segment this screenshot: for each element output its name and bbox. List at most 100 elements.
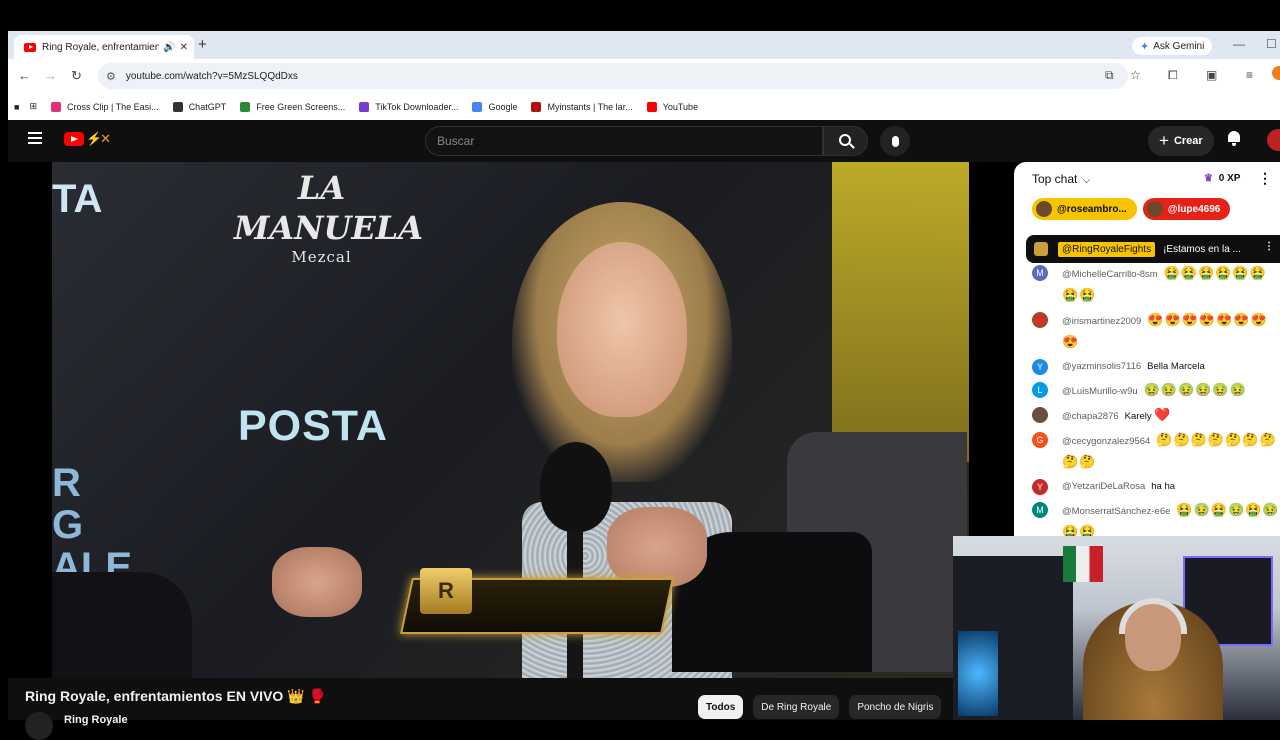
chat-message[interactable]: Y @YetzariDeLaRosa ha ha bbox=[1032, 477, 1280, 497]
search-icon bbox=[838, 134, 851, 146]
media-controls-icon[interactable]: ≡ bbox=[1246, 68, 1253, 82]
notifications-bell-icon[interactable] bbox=[1227, 131, 1241, 146]
chat-author[interactable]: @yazminsolis7116 bbox=[1062, 361, 1141, 372]
gemini-spark-icon: ✦ bbox=[1140, 40, 1150, 53]
bookmark-item[interactable]: TikTok Downloader... bbox=[359, 101, 458, 112]
chat-avatar[interactable]: G bbox=[1032, 432, 1048, 448]
filter-chip[interactable]: Todos bbox=[698, 695, 744, 719]
pinned-menu-icon[interactable]: ⋮ bbox=[1264, 241, 1274, 252]
chat-avatar[interactable]: M bbox=[1032, 265, 1048, 281]
bookmark-item[interactable]: Google bbox=[472, 101, 517, 112]
back-icon[interactable]: ← bbox=[18, 68, 31, 83]
bookmark-favicon-icon bbox=[240, 101, 251, 112]
webcam-blue-light bbox=[958, 631, 998, 716]
install-app-icon[interactable]: ⧉ bbox=[1105, 68, 1114, 83]
chat-message[interactable]: @irismartinez2009 😍😍😍😍😍😍😍😍 bbox=[1032, 310, 1280, 354]
ask-gemini-button[interactable]: ✦ Ask Gemini bbox=[1132, 37, 1213, 55]
create-button[interactable]: + Crear bbox=[1148, 126, 1214, 156]
apps-grid-icon[interactable]: ⊞ bbox=[29, 101, 37, 112]
backdrop-logo-left: TA bbox=[52, 177, 103, 221]
address-bar[interactable]: ⚙ youtube.com/watch?v=5MzSLQQdDxs bbox=[98, 63, 1128, 89]
youtube-logo-icon[interactable] bbox=[64, 132, 84, 146]
youtube-doodle-icon[interactable]: ⚡✕ bbox=[86, 131, 111, 147]
pinned-message[interactable]: @RingRoyaleFights ¡Estamos en la ... ⋮ bbox=[1026, 235, 1280, 263]
account-avatar[interactable] bbox=[1267, 129, 1280, 151]
filter-chip[interactable]: De Ring Royale bbox=[753, 695, 840, 719]
xp-label: 0 XP bbox=[1218, 173, 1241, 184]
bookmark-item[interactable]: Myinstants | The lar... bbox=[531, 101, 633, 112]
brand-name: LA MANUELA bbox=[234, 169, 424, 247]
super-chat-ticker[interactable]: @roseambro... bbox=[1032, 198, 1137, 220]
video-info: Ring Royale, enfrentamientos EN VIVO 👑 🥊… bbox=[8, 678, 953, 740]
chat-author[interactable]: @chapa2876 bbox=[1062, 411, 1119, 422]
super-chat-tickers: @roseambro... @lupe4696 bbox=[1032, 198, 1231, 220]
chat-message[interactable]: L @LuisMurillo-w9u 🤢🤢🤢🤢🤢🤢 bbox=[1032, 380, 1280, 402]
chat-author[interactable]: @LuisMurillo-w9u bbox=[1062, 386, 1138, 397]
forward-icon[interactable]: → bbox=[44, 68, 57, 83]
chat-avatar[interactable]: L bbox=[1032, 382, 1048, 398]
ticker-label: @lupe4696 bbox=[1167, 203, 1221, 215]
bookmark-folder-icon[interactable]: ■ bbox=[14, 102, 19, 112]
bookmark-label: YouTube bbox=[662, 101, 699, 112]
bookmark-item[interactable]: Free Green Screens... bbox=[240, 101, 346, 112]
speaker-icon[interactable]: 🔊 bbox=[163, 42, 175, 53]
streamer-webcam-overlay bbox=[953, 536, 1280, 720]
backdrop-ring-royale-logo: R G ALE bbox=[52, 461, 132, 589]
chat-message[interactable]: M @MichelleCarrillo-8sm 🤮🤮🤮🤮🤮🤮🤮🤮 bbox=[1032, 263, 1280, 307]
chat-author[interactable]: @irismartinez2009 bbox=[1062, 316, 1141, 327]
video-player[interactable]: TA LA MANUELA Mezcal POSTA R G ALE R bbox=[52, 162, 969, 678]
bookmark-item[interactable]: Cross Clip | The Easi... bbox=[50, 101, 159, 112]
chat-author[interactable]: @MonserratSánchez-e6e bbox=[1062, 506, 1170, 517]
extensions-icon[interactable]: ⧠ bbox=[1168, 68, 1178, 83]
voice-search-button[interactable] bbox=[880, 126, 910, 156]
bookmark-item[interactable]: ChatGPT bbox=[172, 101, 226, 112]
pinned-avatar bbox=[1034, 242, 1048, 256]
chat-author[interactable]: @cecygonzalez9564 bbox=[1062, 436, 1150, 447]
plus-icon: + bbox=[1159, 131, 1169, 150]
browser-tab[interactable]: Ring Royale, enfrentamient 🔊 ✕ bbox=[14, 35, 194, 59]
split-view-icon[interactable]: ▣ bbox=[1206, 68, 1217, 82]
backdrop-yellow-panel bbox=[832, 162, 969, 462]
chat-message[interactable]: @chapa2876 Karely ❤️ bbox=[1032, 405, 1280, 427]
top-chat-dropdown[interactable]: Top chat ⌵ bbox=[1032, 172, 1090, 186]
chat-author[interactable]: @YetzariDeLaRosa bbox=[1062, 481, 1145, 492]
chat-message[interactable]: G @cecygonzalez9564 🤔🤔🤔🤔🤔🤔🤔🤔🤔 bbox=[1032, 430, 1280, 474]
tab-title: Ring Royale, enfrentamient bbox=[42, 41, 160, 53]
new-tab-button[interactable]: + bbox=[198, 36, 207, 53]
bookmark-label: Free Green Screens... bbox=[256, 101, 346, 112]
channel-avatar[interactable] bbox=[25, 712, 53, 740]
bookmark-item[interactable]: YouTube bbox=[646, 101, 699, 112]
chat-menu-icon[interactable]: ⋮ bbox=[1258, 170, 1272, 187]
chat-author[interactable]: @MichelleCarrillo-8sm bbox=[1062, 269, 1158, 280]
filter-chips: Todos De Ring Royale Poncho de Nigris bbox=[698, 695, 942, 719]
chat-avatar[interactable]: Y bbox=[1032, 479, 1048, 495]
site-info-icon[interactable]: ⚙ bbox=[106, 70, 116, 83]
bookmark-star-icon[interactable]: ☆ bbox=[1130, 68, 1141, 82]
backdrop-brand-logo: LA MANUELA Mezcal bbox=[234, 168, 423, 266]
minimize-icon[interactable]: — bbox=[1233, 37, 1245, 51]
profile-avatar[interactable] bbox=[1272, 66, 1280, 80]
reload-icon[interactable]: ↻ bbox=[71, 68, 82, 84]
chat-text: ha ha bbox=[1151, 481, 1176, 492]
address-row: ← → ↻ ⚙ youtube.com/watch?v=5MzSLQQdDxs … bbox=[8, 59, 1280, 93]
filter-chip[interactable]: Poncho de Nigris bbox=[849, 695, 942, 719]
channel-name[interactable]: Ring Royale bbox=[64, 714, 128, 726]
chat-message[interactable]: Y @yazminsolis7116 Bella Marcela bbox=[1032, 357, 1280, 377]
menu-icon[interactable] bbox=[28, 132, 42, 134]
top-chat-label: Top chat bbox=[1032, 172, 1078, 186]
chat-message[interactable]: M @MonserratSánchez-e6e 🤮🤢🤮🤢🤮🤢🤮🤮 bbox=[1032, 500, 1280, 536]
chat-avatar[interactable]: Y bbox=[1032, 359, 1048, 375]
chat-avatar[interactable] bbox=[1032, 407, 1048, 423]
chat-avatar[interactable]: M bbox=[1032, 502, 1048, 518]
search-input[interactable]: Buscar bbox=[425, 126, 823, 156]
close-tab-icon[interactable]: ✕ bbox=[180, 42, 188, 53]
create-label: Crear bbox=[1173, 135, 1203, 147]
chat-avatar[interactable] bbox=[1032, 312, 1048, 328]
browser-chrome: Ring Royale, enfrentamient 🔊 ✕ + ✦ Ask G… bbox=[8, 31, 1280, 120]
super-chat-ticker[interactable]: @lupe4696 bbox=[1142, 198, 1231, 220]
search-button[interactable] bbox=[823, 126, 868, 156]
interviewer-arm-left bbox=[52, 572, 192, 678]
xp-badge[interactable]: ♛ 0 XP bbox=[1204, 173, 1240, 184]
maximize-icon[interactable]: ☐ bbox=[1266, 37, 1277, 51]
chat-text: Bella Marcela bbox=[1147, 361, 1205, 372]
